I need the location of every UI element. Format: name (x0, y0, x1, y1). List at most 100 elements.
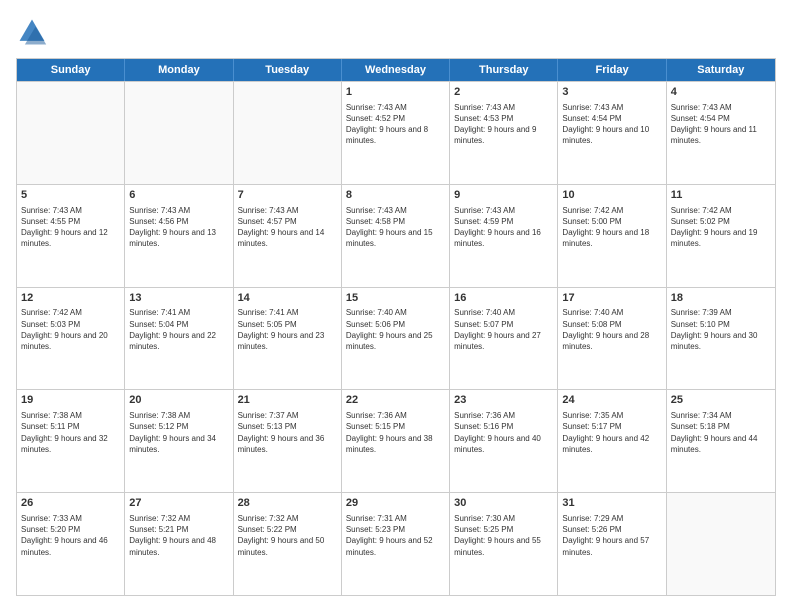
cell-info: Sunrise: 7:43 AM Sunset: 4:54 PM Dayligh… (671, 102, 771, 147)
cell-info: Sunrise: 7:36 AM Sunset: 5:16 PM Dayligh… (454, 410, 553, 455)
calendar-cell: 2Sunrise: 7:43 AM Sunset: 4:53 PM Daylig… (450, 82, 558, 184)
day-number: 14 (238, 291, 337, 306)
calendar-row: 26Sunrise: 7:33 AM Sunset: 5:20 PM Dayli… (17, 492, 775, 595)
calendar-cell: 24 Sunrise: 7:35 AM Sunset: 5:17 PM Dayli… (558, 390, 666, 492)
cell-info: Sunrise: 7:39 AM Sunset: 5:10 PM Dayligh… (671, 307, 771, 352)
cell-info: Sunrise: 7:43 AM Sunset: 4:57 PM Dayligh… (238, 205, 337, 250)
calendar-cell: 29Sunrise: 7:31 AM Sunset: 5:23 PM Dayli… (342, 493, 450, 595)
header-day: Sunday (17, 59, 125, 81)
cell-info: Sunrise: 7:34 AM Sunset: 5:18 PM Dayligh… (671, 410, 771, 455)
day-number: 30 (454, 496, 553, 511)
calendar-cell: 1 Sunrise: 7:43 AM Sunset: 4:52 PM Daylig… (342, 82, 450, 184)
cell-info: Sunrise: 7:42 AM Sunset: 5:03 PM Dayligh… (21, 307, 120, 352)
calendar-cell: 12Sunrise: 7:42 AM Sunset: 5:03 PM Dayli… (17, 288, 125, 390)
cell-info: Sunrise: 7:36 AM Sunset: 5:15 PM Dayligh… (346, 410, 445, 455)
calendar-cell: 15Sunrise: 7:40 AM Sunset: 5:06 PM Dayli… (342, 288, 450, 390)
cell-info: Sunrise: 7:42 AM Sunset: 5:02 PM Dayligh… (671, 205, 771, 250)
cell-info: Sunrise: 7:43 AM Sunset: 4:56 PM Dayligh… (129, 205, 228, 250)
day-number: 22 (346, 393, 445, 408)
cell-info: Sunrise: 7:32 AM Sunset: 5:22 PM Dayligh… (238, 513, 337, 558)
calendar-cell (125, 82, 233, 184)
calendar-cell: 30 Sunrise: 7:30 AM Sunset: 5:25 PM Dayli… (450, 493, 558, 595)
calendar-cell: 8 Sunrise: 7:43 AM Sunset: 4:58 PM Daylig… (342, 185, 450, 287)
cell-info: Sunrise: 7:43 AM Sunset: 4:59 PM Dayligh… (454, 205, 553, 250)
cell-info: Sunrise: 7:35 AM Sunset: 5:17 PM Dayligh… (562, 410, 661, 455)
cell-info: Sunrise: 7:43 AM Sunset: 4:58 PM Dayligh… (346, 205, 445, 250)
day-number: 12 (21, 291, 120, 306)
cell-info: Sunrise: 7:32 AM Sunset: 5:21 PM Dayligh… (129, 513, 228, 558)
day-number: 20 (129, 393, 228, 408)
calendar-cell: 28 Sunrise: 7:32 AM Sunset: 5:22 PM Dayli… (234, 493, 342, 595)
calendar-cell: 21 Sunrise: 7:37 AM Sunset: 5:13 PM Dayli… (234, 390, 342, 492)
calendar-cell: 6 Sunrise: 7:43 AM Sunset: 4:56 PM Daylig… (125, 185, 233, 287)
calendar-cell: 23 Sunrise: 7:36 AM Sunset: 5:16 PM Dayli… (450, 390, 558, 492)
cell-info: Sunrise: 7:41 AM Sunset: 5:04 PM Dayligh… (129, 307, 228, 352)
day-number: 19 (21, 393, 120, 408)
day-number: 2 (454, 85, 553, 100)
calendar-cell: 7 Sunrise: 7:43 AM Sunset: 4:57 PM Daylig… (234, 185, 342, 287)
day-number: 9 (454, 188, 553, 203)
cell-info: Sunrise: 7:43 AM Sunset: 4:52 PM Dayligh… (346, 102, 445, 147)
calendar-cell: 26Sunrise: 7:33 AM Sunset: 5:20 PM Dayli… (17, 493, 125, 595)
header-day: Thursday (450, 59, 558, 81)
day-number: 25 (671, 393, 771, 408)
day-number: 3 (562, 85, 661, 100)
day-number: 11 (671, 188, 771, 203)
calendar-cell (234, 82, 342, 184)
calendar-cell: 25 Sunrise: 7:34 AM Sunset: 5:18 PM Dayli… (667, 390, 775, 492)
day-number: 28 (238, 496, 337, 511)
day-number: 15 (346, 291, 445, 306)
cell-info: Sunrise: 7:30 AM Sunset: 5:25 PM Dayligh… (454, 513, 553, 558)
day-number: 6 (129, 188, 228, 203)
day-number: 31 (562, 496, 661, 511)
header-day: Friday (558, 59, 666, 81)
logo (16, 16, 52, 48)
calendar-row: 12Sunrise: 7:42 AM Sunset: 5:03 PM Dayli… (17, 287, 775, 390)
calendar-cell (667, 493, 775, 595)
calendar-cell: 4Sunrise: 7:43 AM Sunset: 4:54 PM Daylig… (667, 82, 775, 184)
day-number: 16 (454, 291, 553, 306)
cell-info: Sunrise: 7:37 AM Sunset: 5:13 PM Dayligh… (238, 410, 337, 455)
day-number: 29 (346, 496, 445, 511)
day-number: 7 (238, 188, 337, 203)
header-day: Tuesday (234, 59, 342, 81)
cell-info: Sunrise: 7:40 AM Sunset: 5:07 PM Dayligh… (454, 307, 553, 352)
calendar-cell: 18Sunrise: 7:39 AM Sunset: 5:10 PM Dayli… (667, 288, 775, 390)
calendar-cell: 27 Sunrise: 7:32 AM Sunset: 5:21 PM Dayli… (125, 493, 233, 595)
calendar-cell: 13Sunrise: 7:41 AM Sunset: 5:04 PM Dayli… (125, 288, 233, 390)
day-number: 18 (671, 291, 771, 306)
cell-info: Sunrise: 7:41 AM Sunset: 5:05 PM Dayligh… (238, 307, 337, 352)
logo-icon (16, 16, 48, 48)
day-number: 17 (562, 291, 661, 306)
calendar-cell: 22 Sunrise: 7:36 AM Sunset: 5:15 PM Dayli… (342, 390, 450, 492)
calendar-cell: 17Sunrise: 7:40 AM Sunset: 5:08 PM Dayli… (558, 288, 666, 390)
calendar-cell: 3Sunrise: 7:43 AM Sunset: 4:54 PM Daylig… (558, 82, 666, 184)
day-number: 5 (21, 188, 120, 203)
calendar-header: SundayMondayTuesdayWednesdayThursdayFrid… (17, 59, 775, 81)
day-number: 27 (129, 496, 228, 511)
calendar-cell: 10Sunrise: 7:42 AM Sunset: 5:00 PM Dayli… (558, 185, 666, 287)
day-number: 26 (21, 496, 120, 511)
day-number: 23 (454, 393, 553, 408)
header-day: Wednesday (342, 59, 450, 81)
calendar-page: SundayMondayTuesdayWednesdayThursdayFrid… (0, 0, 792, 612)
calendar-row: 19Sunrise: 7:38 AM Sunset: 5:11 PM Dayli… (17, 389, 775, 492)
day-number: 21 (238, 393, 337, 408)
cell-info: Sunrise: 7:40 AM Sunset: 5:06 PM Dayligh… (346, 307, 445, 352)
day-number: 8 (346, 188, 445, 203)
day-number: 13 (129, 291, 228, 306)
day-number: 24 (562, 393, 661, 408)
cell-info: Sunrise: 7:29 AM Sunset: 5:26 PM Dayligh… (562, 513, 661, 558)
calendar-cell: 16Sunrise: 7:40 AM Sunset: 5:07 PM Dayli… (450, 288, 558, 390)
calendar-cell: 9 Sunrise: 7:43 AM Sunset: 4:59 PM Daylig… (450, 185, 558, 287)
calendar-cell: 19Sunrise: 7:38 AM Sunset: 5:11 PM Dayli… (17, 390, 125, 492)
calendar-cell: 11 Sunrise: 7:42 AM Sunset: 5:02 PM Dayli… (667, 185, 775, 287)
calendar-cell: 20Sunrise: 7:38 AM Sunset: 5:12 PM Dayli… (125, 390, 233, 492)
header (16, 16, 776, 48)
day-number: 1 (346, 85, 445, 100)
header-day: Saturday (667, 59, 775, 81)
calendar: SundayMondayTuesdayWednesdayThursdayFrid… (16, 58, 776, 596)
calendar-row: 5Sunrise: 7:43 AM Sunset: 4:55 PM Daylig… (17, 184, 775, 287)
calendar-cell (17, 82, 125, 184)
calendar-cell: 31 Sunrise: 7:29 AM Sunset: 5:26 PM Dayli… (558, 493, 666, 595)
